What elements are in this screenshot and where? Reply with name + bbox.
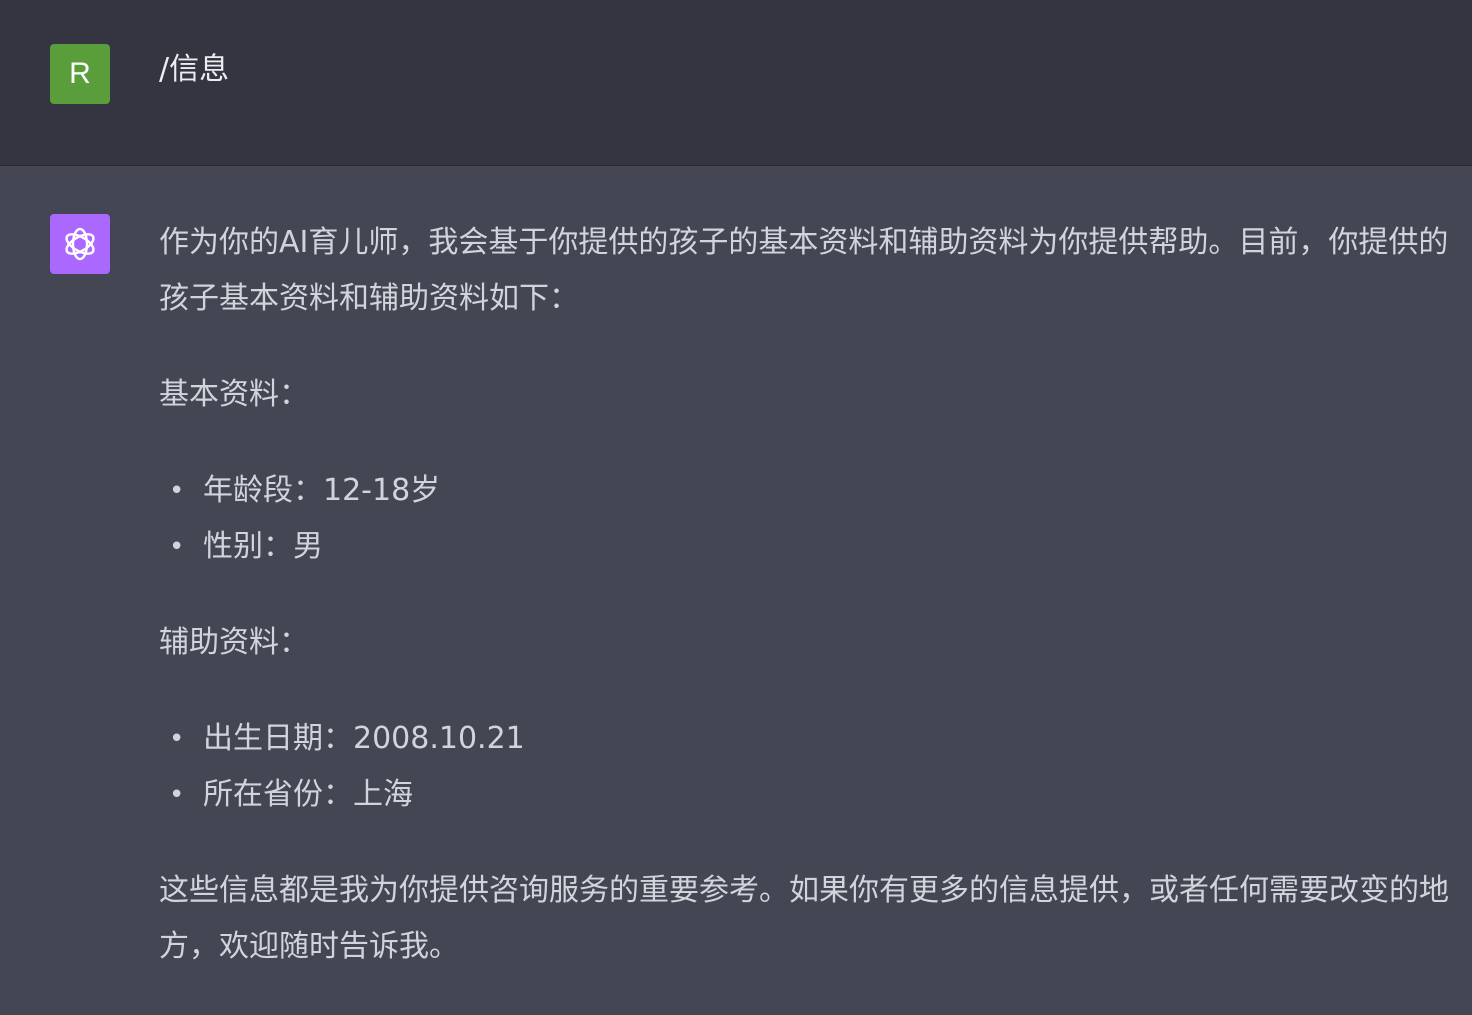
closing-paragraph: 这些信息都是我为你提供咨询服务的重要参考。如果你有更多的信息提供，或者任何需要改… xyxy=(159,873,1449,964)
intro-paragraph: 作为你的AI育儿师，我会基于你提供的孩子的基本资料和辅助资料为你提供帮助。目前，… xyxy=(159,225,1449,316)
aux-info-heading: 辅助资料： xyxy=(159,625,309,660)
list-item: • 出生日期：2008.10.21 xyxy=(159,711,1449,767)
user-avatar: R xyxy=(50,44,110,104)
list-item: • 年龄段：12-18岁 xyxy=(159,463,1449,519)
assistant-avatar xyxy=(50,214,110,274)
list-item: • 性别：男 xyxy=(159,519,1449,575)
bullet-icon: • xyxy=(169,476,185,506)
user-avatar-letter: R xyxy=(69,57,91,90)
bullet-icon: • xyxy=(169,724,185,754)
bullet-icon: • xyxy=(169,780,185,810)
list-item-text: 性别：男 xyxy=(203,529,323,564)
openai-logo-icon xyxy=(65,227,95,261)
list-item-text: 年龄段：12-18岁 xyxy=(203,473,441,508)
list-item: • 所在省份：上海 xyxy=(159,767,1449,823)
list-item-text: 出生日期：2008.10.21 xyxy=(203,721,525,756)
user-message-row: R /信息 xyxy=(0,0,1472,166)
basic-info-list: • 年龄段：12-18岁 • 性别：男 xyxy=(159,463,1449,575)
assistant-message-content: 作为你的AI育儿师，我会基于你提供的孩子的基本资料和辅助资料为你提供帮助。目前，… xyxy=(159,215,1449,1015)
list-item-text: 所在省份：上海 xyxy=(203,777,413,812)
aux-info-list: • 出生日期：2008.10.21 • 所在省份：上海 xyxy=(159,711,1449,823)
bullet-icon: • xyxy=(169,532,185,562)
basic-info-heading: 基本资料： xyxy=(159,377,309,412)
assistant-message-row: 作为你的AI育儿师，我会基于你提供的孩子的基本资料和辅助资料为你提供帮助。目前，… xyxy=(0,166,1472,1010)
user-message-text: /信息 xyxy=(159,52,230,87)
